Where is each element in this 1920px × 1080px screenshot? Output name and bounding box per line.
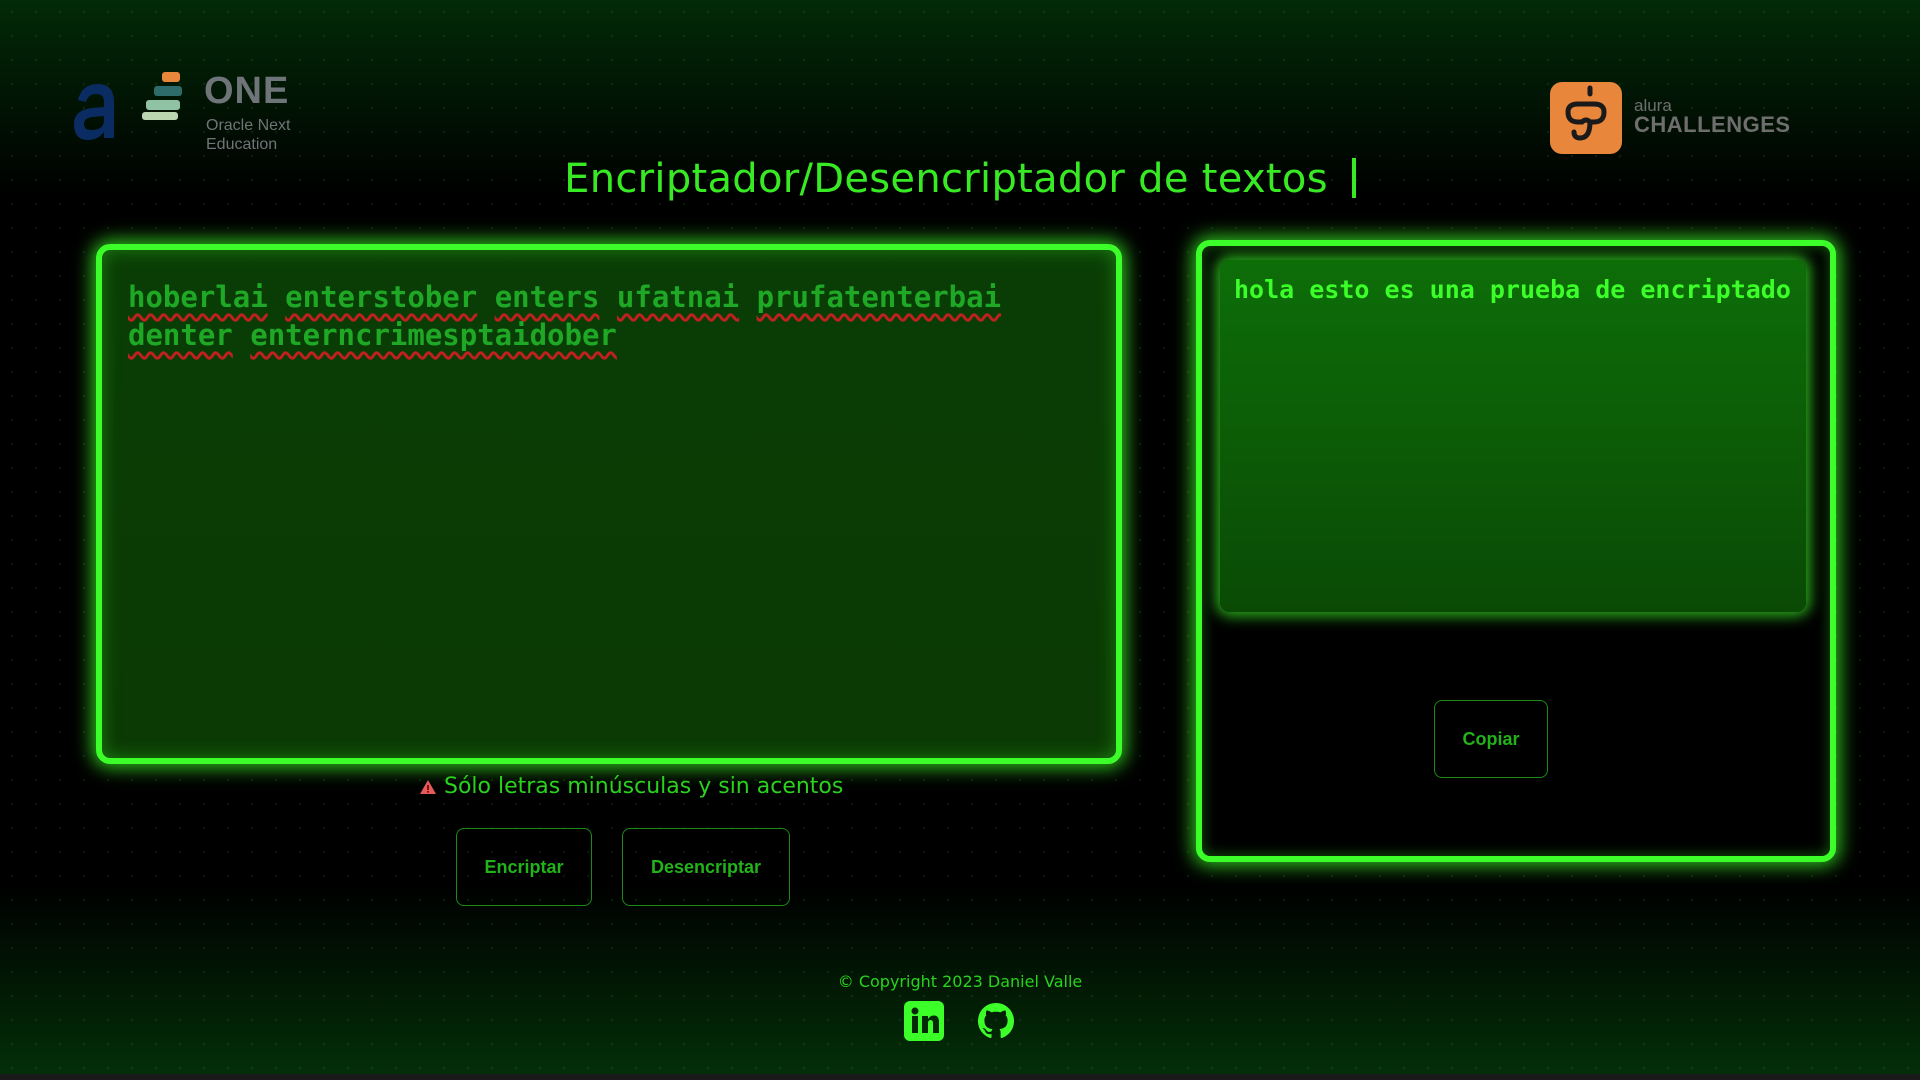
input-warning: Sólo letras minúsculas y sin acentos [420,774,843,799]
snorkel-mask-icon [1550,82,1622,154]
output-text: hola esto es una prueba de encriptado [1234,275,1791,304]
input-word: hoberlai [128,280,268,314]
input-text: hoberlai enterstober enters ufatnai pruf… [128,278,1088,354]
input-word: ufatnai [616,280,740,314]
bottom-divider [0,1074,1920,1080]
output-textarea[interactable]: hola esto es una prueba de encriptado [1220,260,1806,612]
input-word: enters [494,280,600,314]
linkedin-icon[interactable] [904,1000,944,1042]
input-word: denter [128,318,233,352]
alura-challenges-logo: alura CHALLENGES [1550,82,1800,154]
input-word: prufatenterbai [756,280,1002,314]
one-logo-mark-icon [142,72,182,120]
footer-copyright: © Copyright 2023 Daniel Valle [837,972,1083,991]
warning-text: Sólo letras minúsculas y sin acentos [444,774,844,799]
one-logo: ONE Oracle Next Education [142,70,302,153]
page-title: Encriptador/Desencriptador de textos [0,156,1920,202]
one-logo-subtitle-line2: Education [206,136,278,153]
page-title-text: Encriptador/Desencriptador de textos [564,156,1328,202]
github-icon[interactable] [976,1000,1016,1042]
encrypt-button[interactable]: Encriptar [456,828,592,906]
input-textarea[interactable]: hoberlai enterstober enters ufatnai pruf… [96,244,1122,764]
one-logo-name: ONE [204,70,290,112]
one-logo-subtitle-line1: Oracle Next [206,117,291,134]
alura-logo-icon [74,84,114,140]
input-word: enterstober [285,280,478,314]
decrypt-button[interactable]: Desencriptar [622,828,790,906]
input-word: enterncrimesptaidober [250,318,617,352]
challenges-logo-big: CHALLENGES [1634,112,1791,137]
typing-cursor [1351,158,1356,198]
copy-button[interactable]: Copiar [1434,700,1548,778]
one-logo-subtitle: Oracle Next Education [206,116,316,154]
warning-triangle-icon [420,779,436,794]
